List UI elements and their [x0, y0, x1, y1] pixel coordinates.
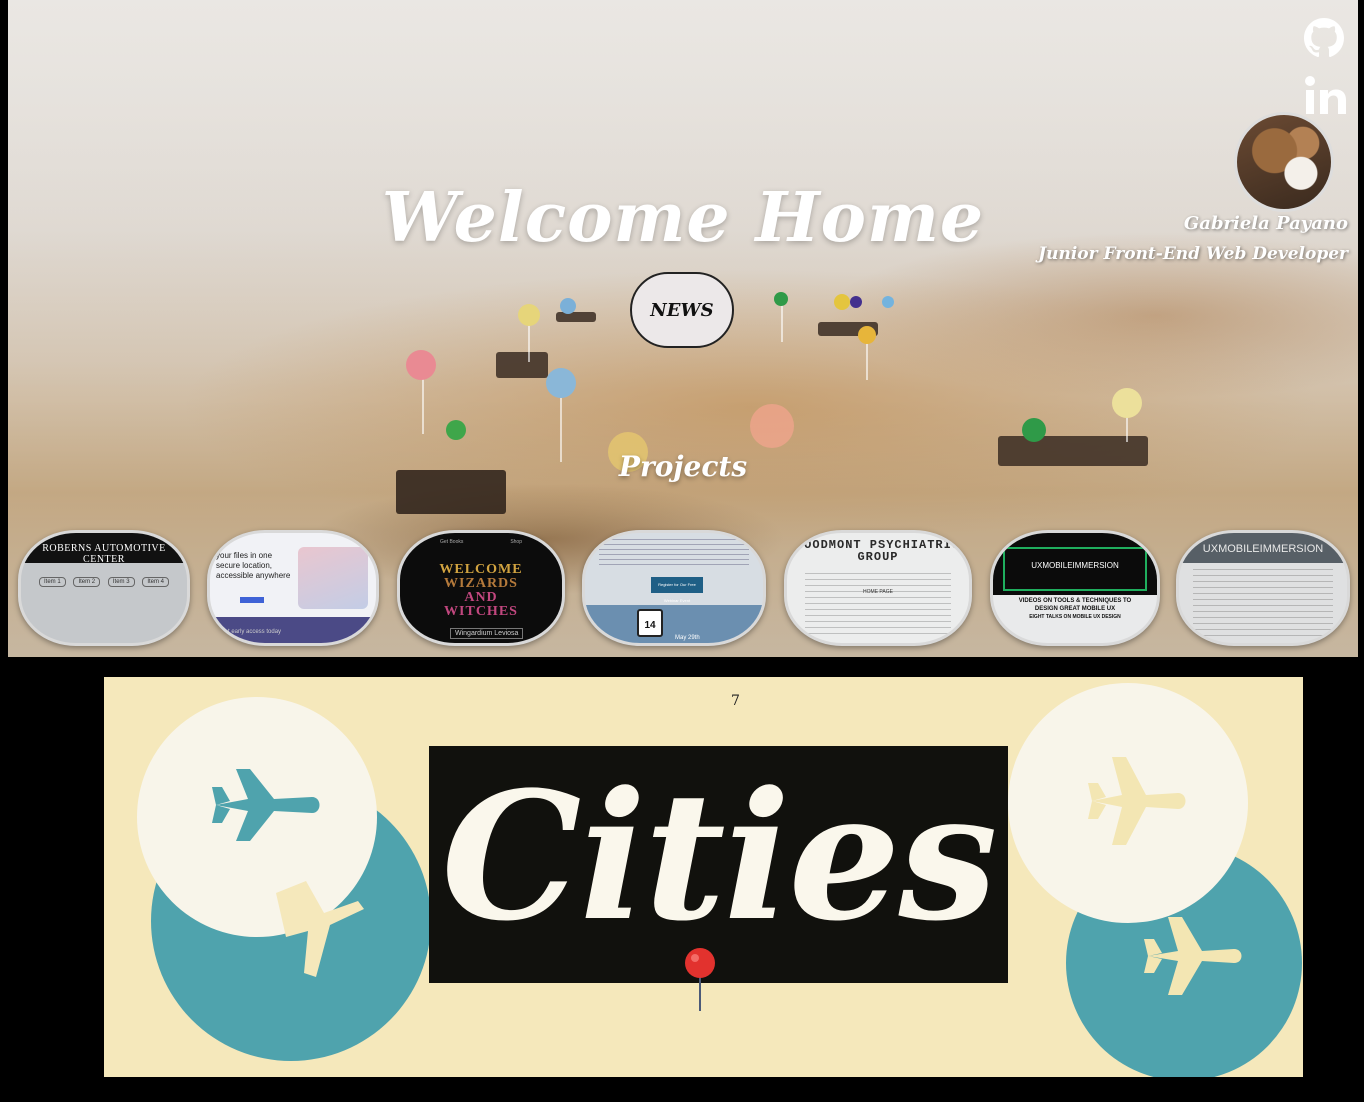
- thumb-subtitle-line: VIDEOS ON TOOLS & TECHNIQUES TO: [1018, 598, 1132, 604]
- map-pin-head: [406, 350, 436, 380]
- project-thumb-ux-mobile-2[interactable]: UXMOBILEIMMERSION: [1176, 530, 1350, 646]
- map-pin-head: [446, 420, 466, 440]
- cities-count: 7: [731, 693, 740, 709]
- thumb-illustration: [298, 547, 368, 609]
- project-thumb-ux-mobile[interactable]: UXMOBILEIMMERSION VIDEOS ON TOOLS & TECH…: [990, 530, 1160, 646]
- thumb-nav-item: Item 2: [73, 577, 101, 587]
- thumb-title: UXMOBILEIMMERSION: [1202, 543, 1324, 555]
- map-pin-head: [1022, 418, 1046, 442]
- thumb-subtitle-line: DESIGN GREAT MOBILE UX: [1034, 606, 1116, 612]
- airplane-icon: [1144, 917, 1242, 995]
- thumb-title-line: WITCHES: [444, 604, 518, 619]
- hero-section: Welcome Home NEWS Projects Gabriela Paya…: [8, 0, 1358, 657]
- thumb-text-lines: [599, 539, 749, 569]
- thumb-text-lines: [805, 573, 951, 639]
- thumb-title-line: WELCOME: [439, 562, 523, 577]
- thumb-title-line: AND: [464, 590, 498, 605]
- thumb-nav-item: Item 3: [107, 577, 135, 587]
- thumb-title: ROBERNS AUTOMOTIVE CENTER: [42, 543, 166, 565]
- project-thumb-webinar[interactable]: Register for Our Free Webinar Event 14 M…: [582, 530, 766, 646]
- project-thumb-fileshare[interactable]: your files in one secure location, acces…: [207, 530, 379, 646]
- thumb-title: UXMOBILEIMMERSION: [1031, 561, 1119, 570]
- projects-title: Projects: [618, 450, 748, 483]
- thumb-nav-item: Get Books: [440, 539, 464, 545]
- thumb-button: Wingardium Leviosa: [450, 628, 524, 639]
- map-pin-head: [834, 294, 850, 310]
- map-pin-head: [850, 296, 862, 308]
- airplane-icon: [212, 769, 320, 841]
- thumb-title-line: WIZARDS: [444, 576, 518, 591]
- thumb-subtitle: HOME PAGE: [863, 589, 893, 595]
- thumb-title: WELCOME WIZARDS AND WITCHES: [400, 563, 562, 619]
- thumb-footer: [585, 605, 763, 643]
- project-thumb-wizards[interactable]: Get Books Shop WELCOME WIZARDS AND WITCH…: [397, 530, 565, 646]
- github-icon[interactable]: [1304, 18, 1344, 58]
- thumb-button: [240, 597, 264, 603]
- thumb-button: Register for Our Free Webinar Event: [651, 577, 703, 603]
- map-pin-head: [750, 404, 794, 448]
- cities-banner[interactable]: 7 Cities: [104, 677, 1303, 1077]
- thumb-nav-item: Item 4: [142, 577, 169, 587]
- cities-title-box: Cities: [429, 746, 1008, 983]
- thumb-title: your files in one secure location, acces…: [216, 551, 291, 580]
- thumb-nav: Get Books Shop: [440, 539, 522, 545]
- map-block: [496, 352, 548, 378]
- map-pin-head: [560, 298, 576, 314]
- news-button[interactable]: NEWS: [630, 272, 734, 348]
- map-pin-icon: [685, 948, 715, 1011]
- thumb-text-lines: [1193, 569, 1333, 639]
- linkedin-icon[interactable]: [1304, 76, 1348, 116]
- map-pin-head: [1112, 388, 1142, 418]
- map-pin-stem: [781, 302, 783, 342]
- thumb-subtitle-line: EIGHT TALKS ON MOBILE UX DESIGN: [1029, 614, 1121, 620]
- thumb-nav-item: Item 1: [39, 577, 66, 587]
- map-block: [556, 312, 596, 322]
- thumb-nav: Item 1 Item 2 Item 3 Item 4: [39, 577, 169, 587]
- airplane-icon: [1088, 757, 1186, 845]
- map-pin-head: [858, 326, 876, 344]
- map-pin-stem: [866, 340, 868, 380]
- cities-title: Cities: [441, 753, 997, 960]
- profile-role: Junior Front-End Web Developer: [1038, 244, 1348, 264]
- map-pin-stem: [422, 374, 424, 434]
- map-pin-head: [882, 296, 894, 308]
- thumb-subtitle: VIDEOS ON TOOLS & TECHNIQUES TO DESIGN G…: [993, 597, 1157, 621]
- map-pin-head: [518, 304, 540, 326]
- thumb-footer-text: Get early access today: [220, 629, 282, 635]
- project-thumb-psychiatric[interactable]: WOODMONT PSYCHIATRIC GROUP HOME PAGE: [784, 530, 972, 646]
- thumb-nav-item: Shop: [510, 539, 522, 545]
- project-thumb-roberns[interactable]: ROBERNS AUTOMOTIVE CENTER Item 1 Item 2 …: [18, 530, 190, 646]
- map-pin-stem: [528, 322, 530, 362]
- calendar-icon: 14: [637, 609, 663, 637]
- airplane-icon: [276, 881, 364, 977]
- avatar: [1234, 112, 1334, 212]
- thumb-title: WOODMONT PSYCHIATRIC GROUP: [795, 538, 961, 564]
- map-pin-head: [774, 292, 788, 306]
- thumb-date: May 29th: [675, 635, 700, 641]
- map-pin-head: [546, 368, 576, 398]
- profile-name: Gabriela Payano: [1183, 213, 1348, 234]
